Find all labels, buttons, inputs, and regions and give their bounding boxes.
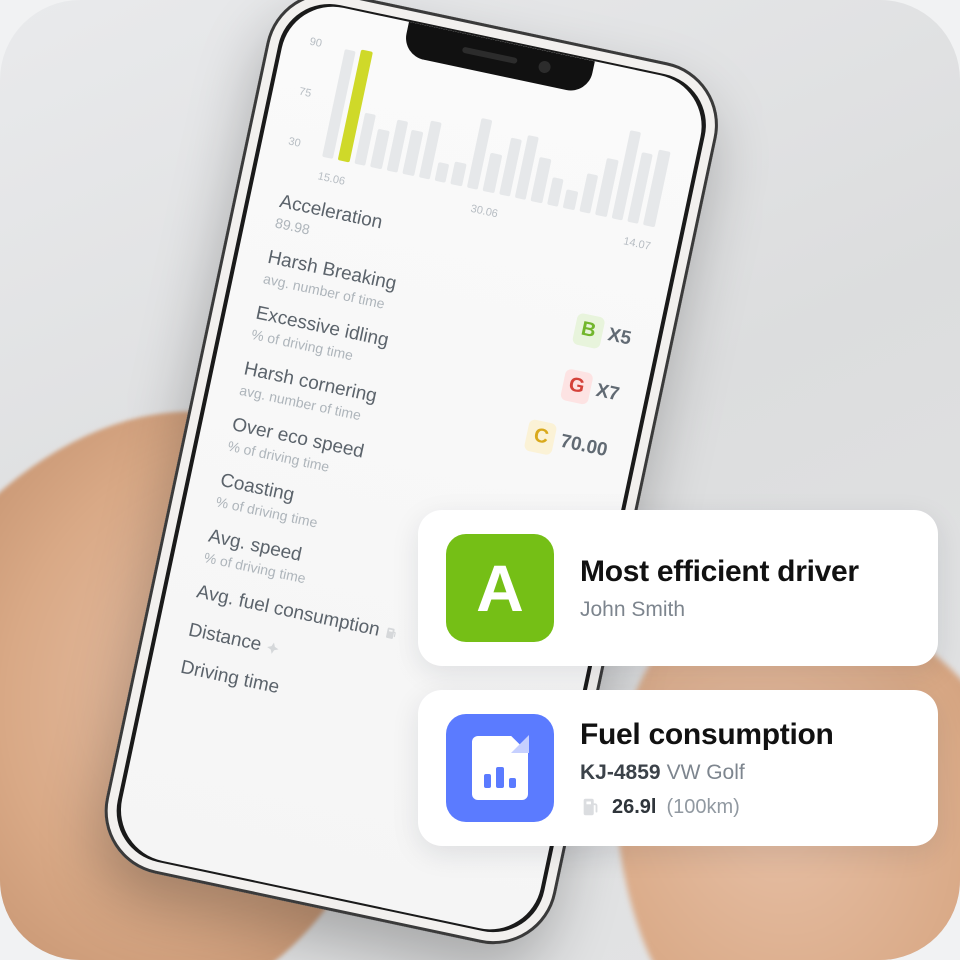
y-tick: 75 (298, 86, 334, 105)
report-badge (446, 714, 554, 822)
x-tick: 30.06 (469, 203, 498, 220)
chart-bar (563, 189, 578, 210)
chart-bar (451, 161, 467, 186)
x-tick: 14.07 (622, 235, 651, 252)
overlay-cards: A Most efficient driver John Smith Fuel … (418, 510, 938, 846)
chart-bar (547, 177, 564, 207)
metric-value: X5 (606, 324, 633, 350)
chart-bar (435, 162, 450, 183)
grade-badge: B (571, 312, 605, 349)
chart-bar (370, 129, 389, 169)
metric-value: X7 (594, 380, 621, 406)
card-title: Most efficient driver (580, 554, 910, 590)
metric-value: 70.00 (558, 431, 609, 462)
chart-bar (483, 153, 502, 193)
card-efficient-driver[interactable]: A Most efficient driver John Smith (418, 510, 938, 666)
card-title: Fuel consumption (580, 717, 910, 753)
y-tick: 90 (308, 36, 344, 55)
grade-badge: G (560, 368, 594, 405)
y-tick: 30 (287, 136, 323, 155)
grade-a-badge: A (446, 534, 554, 642)
fuel-volume: 26.9l (612, 796, 656, 819)
fuel-distance: (100km) (666, 796, 739, 819)
driver-name: John Smith (580, 598, 910, 622)
vehicle-plate: KJ-4859 (580, 761, 661, 784)
x-tick: 15.06 (317, 170, 346, 187)
fuel-icon (383, 625, 400, 642)
grade-badge: C (524, 419, 558, 456)
location-icon (265, 640, 282, 657)
chart-bar (579, 173, 598, 213)
fuel-meta: 26.9l (100km) (580, 795, 910, 819)
vehicle-line: KJ-4859 VW Golf (580, 761, 910, 785)
card-fuel-consumption[interactable]: Fuel consumption KJ-4859 VW Golf 26.9l (1… (418, 690, 938, 846)
vehicle-model: VW Golf (667, 761, 745, 784)
fuel-pump-icon (580, 795, 602, 819)
file-chart-icon (472, 736, 528, 800)
